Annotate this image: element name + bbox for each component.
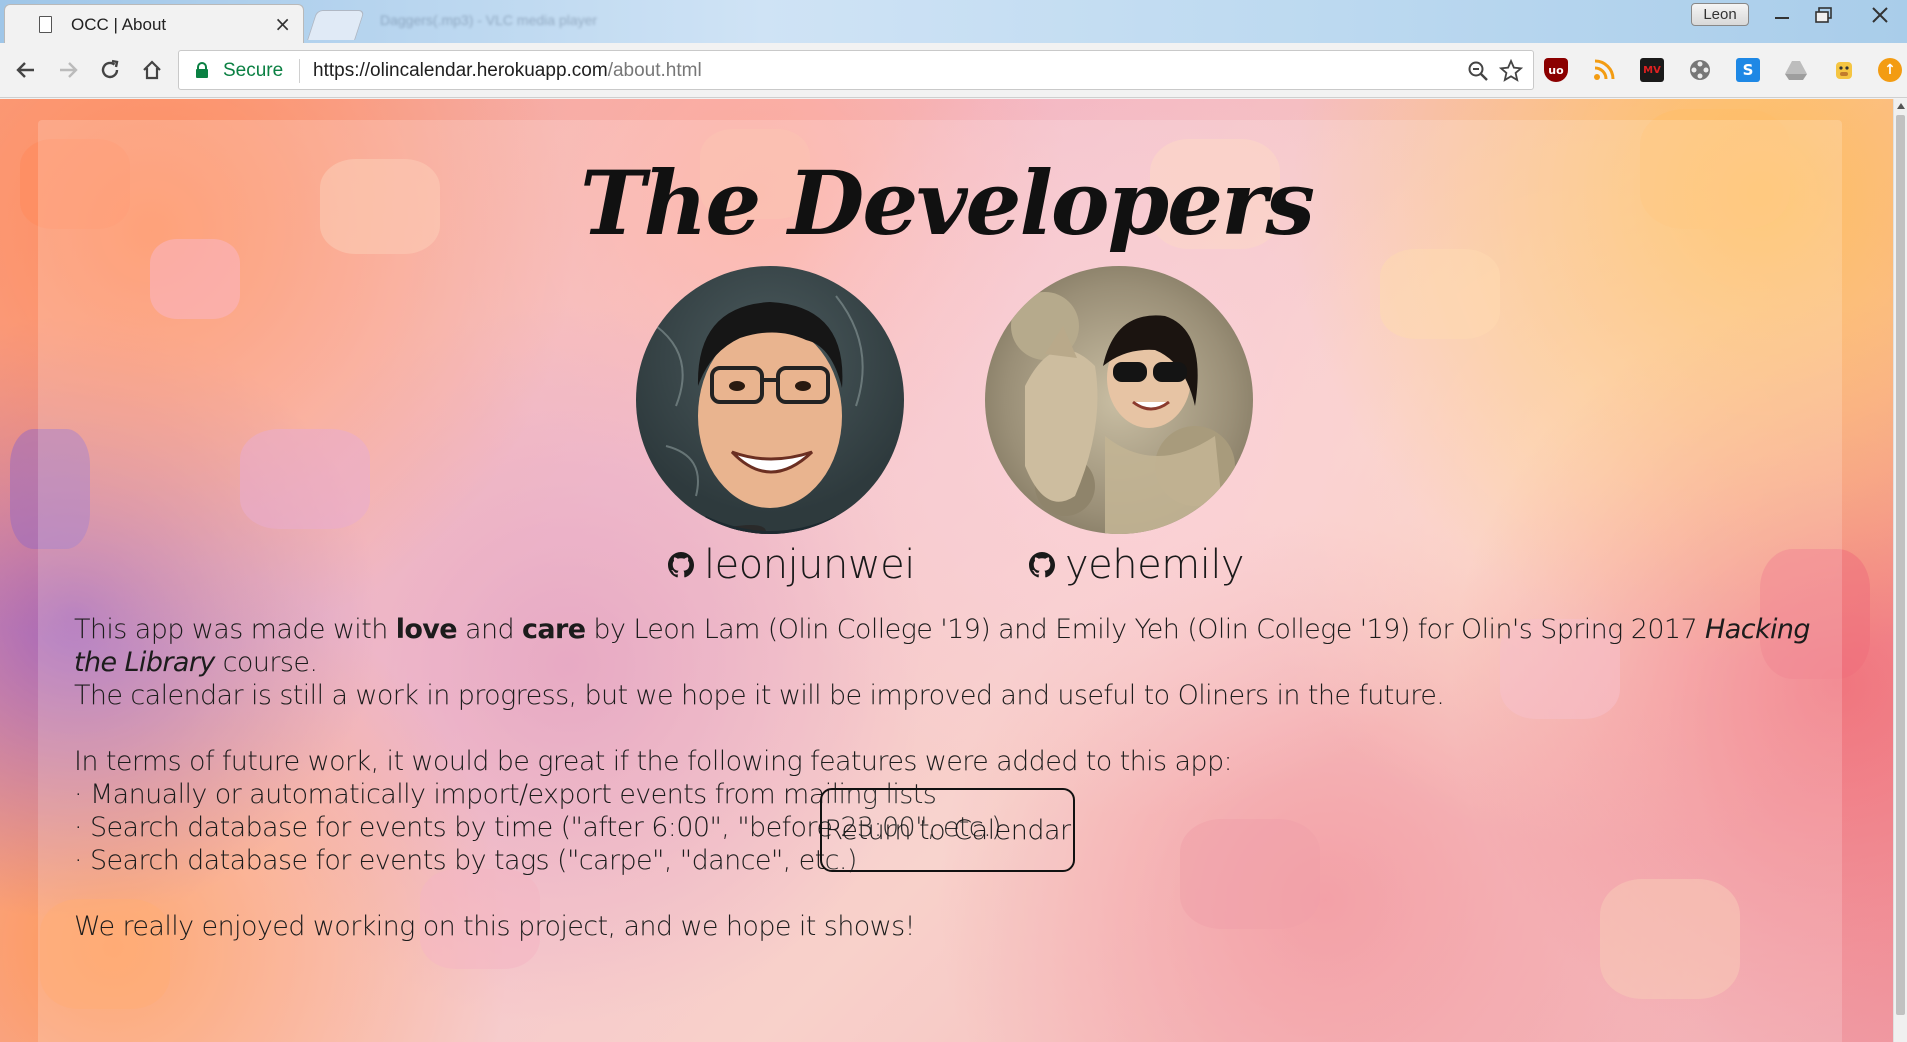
avatar-leon — [636, 266, 904, 534]
tab-title: OCC | About — [71, 15, 167, 34]
github-link-leon[interactable]: leonjunwei — [668, 539, 915, 591]
care-text: care — [521, 614, 586, 645]
avatar-emily — [985, 266, 1253, 534]
new-tab-button[interactable] — [307, 10, 365, 40]
scroll-up-icon[interactable] — [1897, 103, 1905, 109]
background-window-text: Daggers(.mp3) - VLC media player — [380, 12, 598, 28]
address-bar[interactable]: Secure https://olincalendar.herokuapp.co… — [178, 50, 1534, 90]
forward-icon[interactable] — [54, 56, 82, 84]
url-path: /about.html — [607, 60, 702, 81]
page-icon — [39, 16, 52, 33]
intro-paragraph: This app was made with love and care by … — [74, 613, 1814, 679]
bookmark-star-icon[interactable] — [1499, 59, 1523, 83]
github-handle: yehemily — [1065, 542, 1245, 588]
window-close-icon[interactable] — [1862, 2, 1898, 28]
secure-label: Secure — [223, 60, 284, 81]
love-text: love — [395, 614, 458, 645]
lock-icon — [196, 62, 208, 78]
page-viewport: The Developers leonjunwei yehemily This … — [0, 99, 1893, 1042]
orange-icon[interactable]: ↑ — [1878, 58, 1902, 82]
back-icon[interactable] — [12, 56, 40, 84]
vertical-scrollbar[interactable] — [1893, 99, 1907, 1042]
closing-text: We really enjoyed working on this projec… — [74, 911, 915, 942]
scroll-thumb[interactable] — [1896, 115, 1905, 1015]
s-icon[interactable]: S — [1736, 58, 1760, 82]
intro-text: and — [457, 614, 522, 645]
zoom-icon[interactable] — [1467, 60, 1489, 82]
intro-text: by Leon Lam (Olin College '19) and Emily… — [585, 614, 1706, 645]
about-text: This app was made with love and care by … — [74, 613, 1814, 943]
browser-toolbar: Secure https://olincalendar.herokuapp.co… — [0, 43, 1907, 98]
omnibox-divider — [299, 59, 300, 83]
github-link-emily[interactable]: yehemily — [1029, 539, 1245, 591]
mv-icon[interactable]: MV — [1640, 58, 1664, 82]
drive-icon[interactable] — [1784, 58, 1808, 82]
future-work-intro: In terms of future work, it would be gre… — [74, 746, 1233, 777]
return-to-calendar-button[interactable]: Return to Calendar — [820, 788, 1075, 872]
minimize-icon[interactable] — [1764, 2, 1800, 28]
restore-icon[interactable] — [1806, 2, 1842, 28]
page-title: The Developers — [579, 151, 1315, 255]
home-icon[interactable] — [138, 56, 166, 84]
rss-icon[interactable] — [1592, 58, 1616, 82]
github-handle: leonjunwei — [704, 542, 915, 588]
intro-paragraph-2: The calendar is still a work in progress… — [74, 680, 1445, 711]
intro-text: This app was made with — [74, 614, 396, 645]
tab-occ-about[interactable]: OCC | About × — [4, 4, 304, 43]
url-text[interactable]: https://olincalendar.herokuapp.com/about… — [313, 60, 702, 82]
ublock-icon[interactable]: uo — [1544, 58, 1568, 82]
tab-close-icon[interactable]: × — [274, 12, 291, 36]
browser-titlebar: OCC | About × Daggers(.mp3) - VLC media … — [0, 0, 1907, 43]
github-icon — [1029, 552, 1055, 578]
film-icon[interactable] — [1688, 58, 1712, 82]
github-icon — [668, 552, 694, 578]
reload-icon[interactable] — [96, 56, 124, 84]
intro-text: course. — [214, 647, 318, 678]
cow-icon[interactable] — [1832, 58, 1856, 82]
url-host: https://olincalendar.herokuapp.com — [313, 60, 608, 81]
profile-button[interactable]: Leon — [1691, 3, 1749, 26]
